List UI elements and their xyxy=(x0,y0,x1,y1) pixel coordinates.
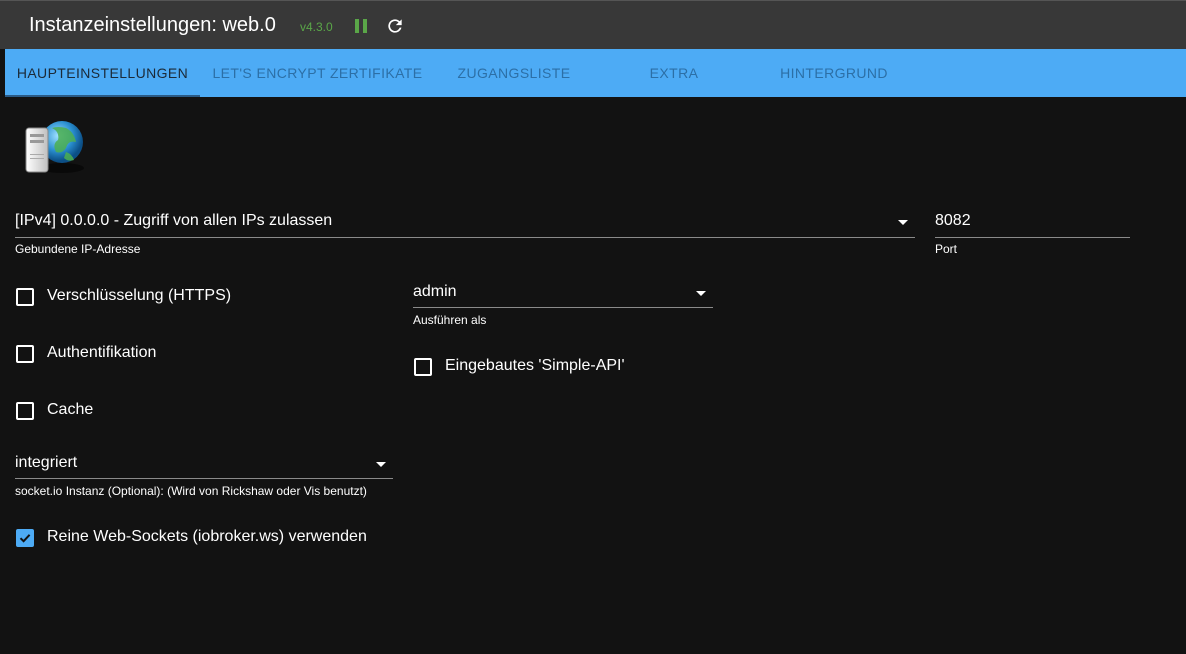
simple-api-checkbox-box[interactable] xyxy=(414,358,432,376)
https-checkbox[interactable]: Verschlüsselung (HTTPS) xyxy=(16,287,316,312)
socketio-value: integriert xyxy=(15,454,78,471)
run-as-value: admin xyxy=(413,283,457,300)
web-adapter-icon xyxy=(25,121,84,173)
auth-checkbox-box[interactable] xyxy=(16,345,34,363)
https-checkbox-box[interactable] xyxy=(16,288,34,306)
port-field[interactable]: 8082 Port xyxy=(935,212,1130,262)
tab-haupteinstellungen[interactable]: HAUPTEINSTELLUNGEN xyxy=(5,49,200,97)
bind-ip-value: [IPv4] 0.0.0.0 - Zugriff von allen IPs z… xyxy=(15,212,333,229)
title-bar: Instanzeinstellungen: web.0 v4.3.0 xyxy=(0,0,1186,49)
pause-icon[interactable] xyxy=(354,18,368,34)
cache-checkbox[interactable]: Cache xyxy=(16,401,316,426)
bind-ip-label: Gebundene IP-Adresse xyxy=(15,242,141,256)
cache-checkbox-label: Cache xyxy=(47,401,94,418)
pure-websockets-checkbox[interactable]: Reine Web-Sockets (iobroker.ws) verwende… xyxy=(16,528,416,553)
tab-bar: HAUPTEINSTELLUNGEN LET'S ENCRYPT ZERTIFI… xyxy=(5,49,1186,97)
cache-checkbox-box[interactable] xyxy=(16,402,34,420)
socketio-label: socket.io Instanz (Optional): (Wird von … xyxy=(15,484,367,498)
checkmark-icon xyxy=(19,534,31,543)
pure-websockets-checkbox-box[interactable] xyxy=(16,529,34,547)
auth-checkbox-label: Authentifikation xyxy=(47,344,157,361)
version-label: v4.3.0 xyxy=(300,20,333,34)
pure-websockets-checkbox-label: Reine Web-Sockets (iobroker.ws) verwende… xyxy=(47,528,367,545)
dropdown-arrow-icon xyxy=(898,220,908,225)
https-checkbox-label: Verschlüsselung (HTTPS) xyxy=(47,287,232,304)
auth-checkbox[interactable]: Authentifikation xyxy=(16,344,316,369)
socketio-select[interactable]: integriert socket.io Instanz (Optional):… xyxy=(15,454,393,504)
reload-icon[interactable] xyxy=(385,16,405,36)
dropdown-arrow-icon xyxy=(696,291,706,296)
simple-api-checkbox[interactable]: Eingebautes 'Simple-API' xyxy=(414,357,714,382)
tab-extra[interactable]: EXTRA xyxy=(593,49,755,97)
page-title: Instanzeinstellungen: web.0 xyxy=(29,14,276,36)
port-underline xyxy=(935,237,1130,238)
bind-ip-select[interactable]: [IPv4] 0.0.0.0 - Zugriff von allen IPs z… xyxy=(15,212,915,262)
run-as-select[interactable]: admin Ausführen als xyxy=(413,283,713,333)
socketio-underline xyxy=(15,478,393,479)
simple-api-checkbox-label: Eingebautes 'Simple-API' xyxy=(445,357,625,374)
active-tab-indicator xyxy=(5,95,200,97)
port-value: 8082 xyxy=(935,212,971,229)
dropdown-arrow-icon xyxy=(376,462,386,467)
run-as-underline xyxy=(413,307,713,308)
tab-lets-encrypt[interactable]: LET'S ENCRYPT ZERTIFIKATE xyxy=(200,49,435,97)
port-label: Port xyxy=(935,242,958,256)
bind-ip-underline xyxy=(15,237,915,238)
run-as-label: Ausführen als xyxy=(413,313,487,327)
tab-zugangsliste[interactable]: ZUGANGSLISTE xyxy=(435,49,593,97)
tab-hintergrund[interactable]: HINTERGRUND xyxy=(755,49,913,97)
